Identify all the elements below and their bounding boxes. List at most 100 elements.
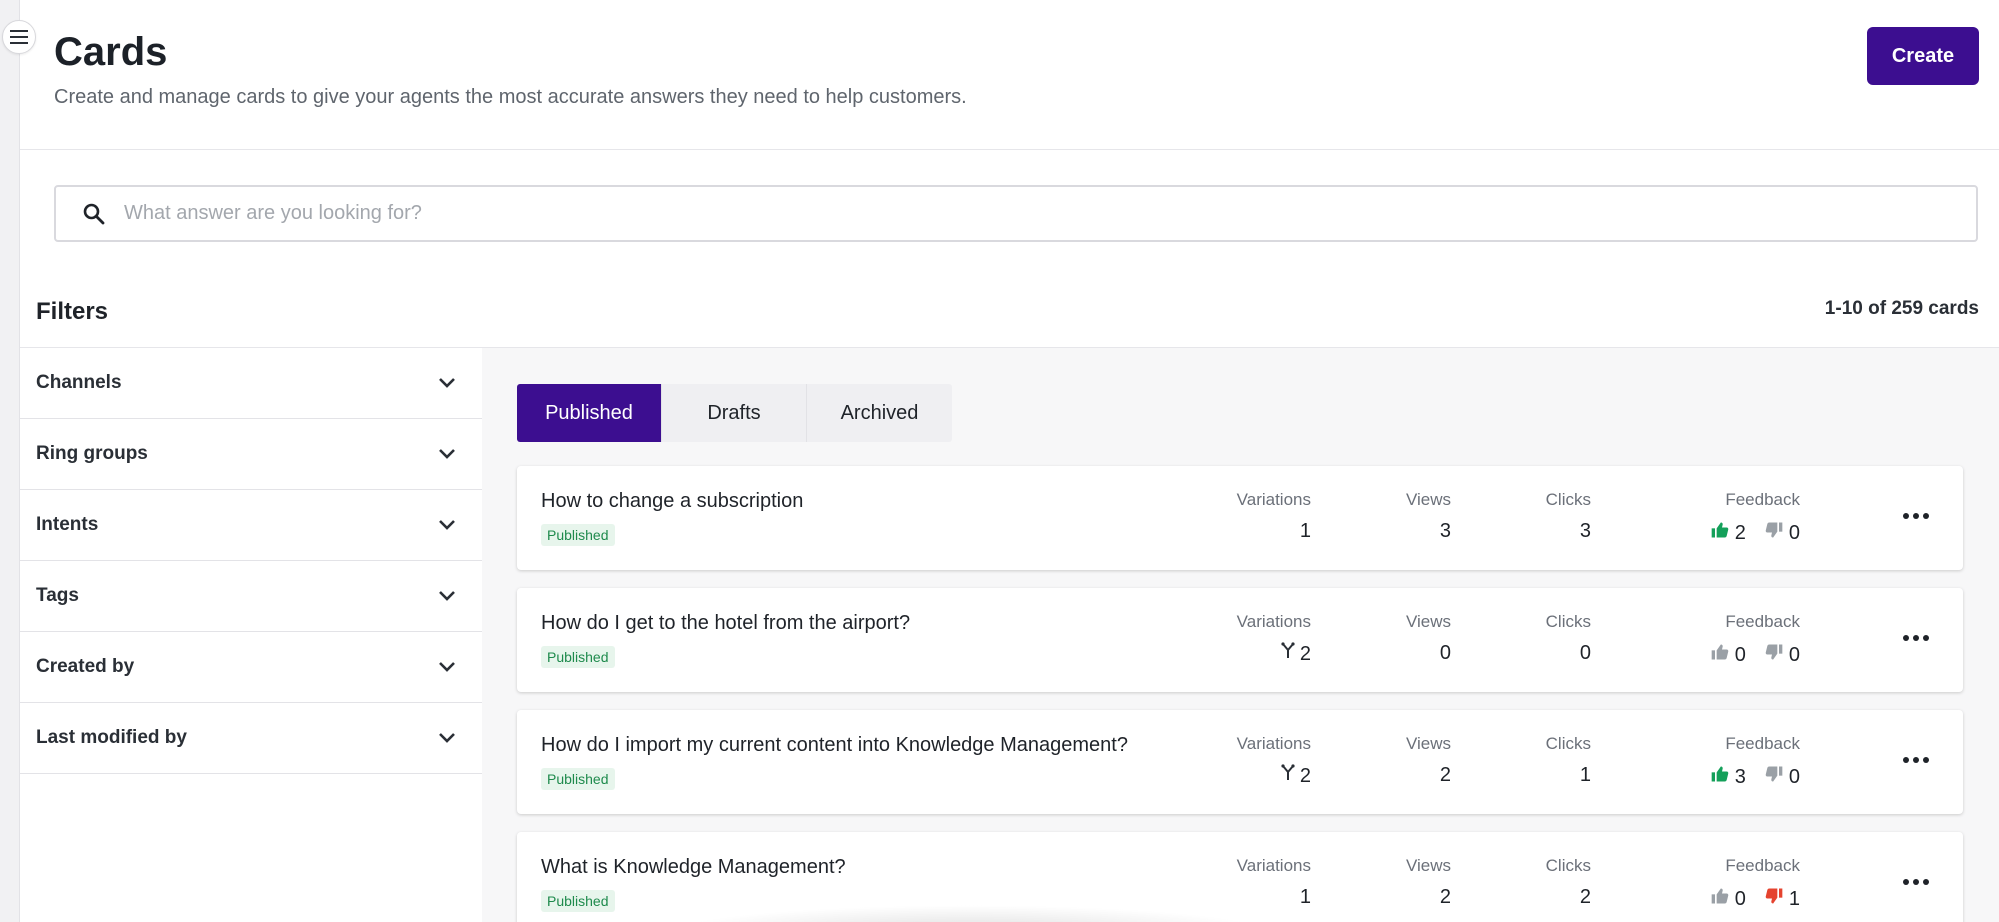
metric-label: Views [1405,734,1451,753]
tab-published[interactable]: Published [517,384,662,442]
tab-archived[interactable]: Archived [807,384,952,442]
thumbs-down-icon [1764,764,1784,790]
thumbs-up-icon [1710,642,1730,668]
thumbs-down-icon [1764,886,1784,912]
filter-label: Last modified by [36,727,187,748]
status-badge: Published [541,646,615,668]
like-feedback: 0 [1710,886,1746,912]
metric-label: Views [1405,490,1451,509]
like-feedback: 0 [1710,642,1746,668]
metric-views: Views 0 [1406,612,1451,665]
views-count: 0 [1439,642,1451,664]
dislikes-count: 0 [1788,521,1800,544]
create-button[interactable]: Create [1867,27,1979,85]
filter-intents[interactable]: Intents [20,490,482,561]
metric-views: Views 2 [1406,856,1451,909]
thumbs-up-icon [1710,520,1730,546]
variations-count: 1 [1299,520,1311,542]
filter-channels[interactable]: Channels [20,348,482,419]
more-options-button[interactable] [1899,746,1933,774]
more-options-button[interactable] [1899,868,1933,896]
like-feedback: 3 [1710,764,1746,790]
filter-label: Intents [36,514,99,535]
filter-ring-groups[interactable]: Ring groups [20,419,482,490]
metric-feedback: Feedback 0 1 [1710,856,1800,912]
card-row[interactable]: How to change a subscription Published Var… [517,466,1963,570]
metric-label: Variations [1236,734,1311,753]
metric-variations: Variations 1 [1237,856,1311,909]
tab-drafts[interactable]: Drafts [662,384,807,442]
variations-count: 2 [1299,764,1311,787]
thumbs-down-icon [1764,642,1784,668]
metric-label: Clicks [1545,734,1591,753]
metric-label: Variations [1236,856,1311,875]
search-box[interactable] [54,185,1978,242]
card-title[interactable]: How to change a subscription [541,490,803,513]
cards-count: 1-10 of 259 cards [1824,298,1979,319]
feedback-values: 01 [1710,886,1800,912]
metric-variations: Variations 1 [1237,490,1311,543]
likes-count: 0 [1734,643,1746,666]
filter-created-by[interactable]: Created by [20,632,482,703]
metric-label: Feedback [1725,612,1800,631]
card-row[interactable]: What is Knowledge Management? Published Va… [517,832,1963,922]
menu-toggle-button[interactable] [2,20,36,54]
filter-tags[interactable]: Tags [20,561,482,632]
card-row[interactable]: How do I get to the hotel from the airpo… [517,588,1963,692]
variations-count: 2 [1299,642,1311,665]
metric-feedback: Feedback 3 0 [1710,734,1800,790]
filter-label: Created by [36,656,135,677]
feedback-values: 00 [1710,642,1800,668]
more-horizontal-icon [1903,635,1929,641]
card-row[interactable]: How do I import my current content into … [517,710,1963,814]
feedback-values: 20 [1710,520,1800,546]
branch-icon [1280,642,1296,666]
metric-label: Views [1405,612,1451,631]
card-title[interactable]: How do I get to the hotel from the airpo… [541,612,910,635]
metric-variations: Variations 2 [1237,612,1311,666]
search-input[interactable] [124,202,1976,225]
feedback-values: 30 [1710,764,1800,790]
more-options-button[interactable] [1899,624,1933,652]
card-title[interactable]: What is Knowledge Management? [541,856,846,879]
thumbs-up-icon [1710,886,1730,912]
metric-label: Variations [1236,490,1311,509]
metric-label: Variations [1236,612,1311,631]
left-rail [0,0,20,922]
likes-count: 3 [1734,765,1746,788]
filter-last-modified-by[interactable]: Last modified by [20,703,482,774]
metric-feedback: Feedback 2 0 [1710,490,1800,546]
metric-label: Feedback [1725,856,1800,875]
clicks-count: 1 [1579,764,1591,786]
likes-count: 0 [1734,887,1746,910]
likes-count: 2 [1734,521,1746,544]
chevron-down-icon [439,449,455,459]
more-options-button[interactable] [1899,502,1933,530]
metric-clicks: Clicks 2 [1546,856,1591,909]
views-count: 2 [1439,764,1451,786]
views-count: 2 [1439,886,1451,908]
clicks-count: 2 [1579,886,1591,908]
status-badge: Published [541,768,615,790]
metric-views: Views 3 [1406,490,1451,543]
page-subtitle: Create and manage cards to give your age… [54,86,967,108]
clicks-count: 3 [1579,520,1591,542]
clicks-count: 0 [1579,642,1591,664]
more-horizontal-icon [1903,513,1929,519]
card-title[interactable]: How do I import my current content into … [541,734,1128,757]
metric-clicks: Clicks 1 [1546,734,1591,787]
dislikes-count: 0 [1788,765,1800,788]
metric-label: Clicks [1545,490,1591,509]
hamburger-icon [10,30,28,44]
chevron-down-icon [439,520,455,530]
chevron-down-icon [439,591,455,601]
status-badge: Published [541,524,615,546]
chevron-down-icon [439,733,455,743]
filters-panel: Channels Ring groups Intents Tags Create… [20,348,482,922]
metric-value: 2 [1237,642,1311,666]
dislikes-count: 0 [1788,643,1800,666]
filter-label: Tags [36,585,79,606]
page-header: Cards Create and manage cards to give yo… [20,0,1999,150]
filter-label: Channels [36,372,122,393]
metric-label: Clicks [1545,856,1591,875]
